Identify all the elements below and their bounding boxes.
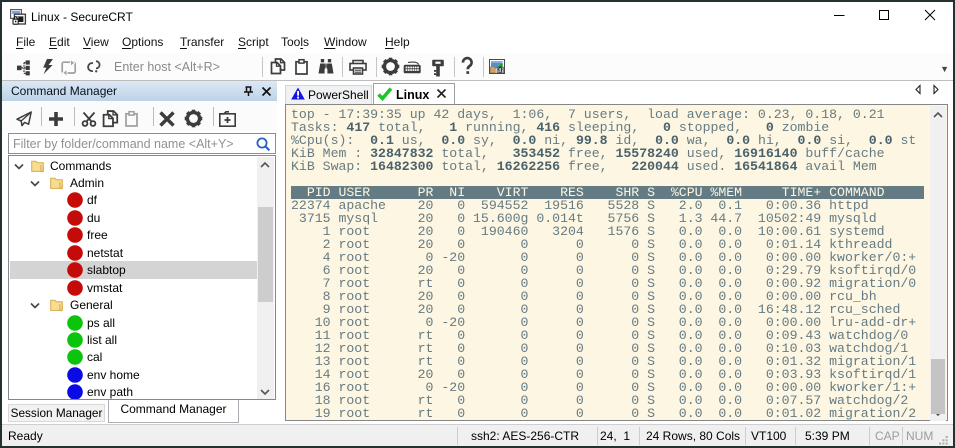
svg-text:8: 8 <box>499 69 501 73</box>
